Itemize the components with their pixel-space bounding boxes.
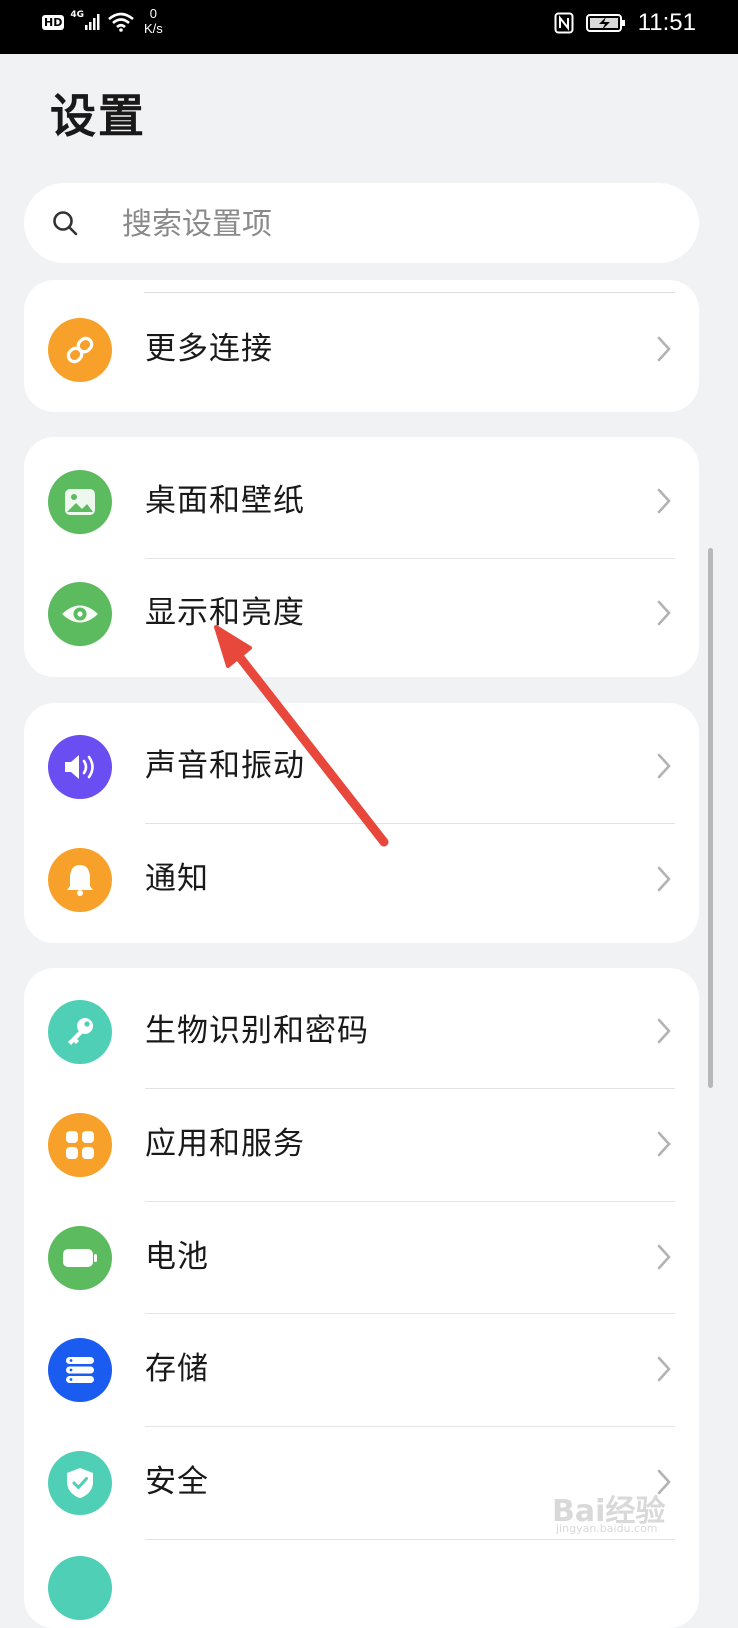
row-storage[interactable]: 存储: [24, 1314, 699, 1426]
nfc-icon: [554, 12, 574, 34]
chevron-right-icon: [657, 1356, 671, 1382]
battery-icon: [48, 1226, 112, 1290]
status-left: HD 4G: [42, 10, 134, 32]
row-label: 通知: [145, 861, 209, 897]
settings-card-connections: 更多连接: [24, 280, 699, 412]
row-label: 生物识别和密码: [145, 1013, 369, 1049]
speaker-icon: [48, 735, 112, 799]
row-label: 安全: [145, 1464, 209, 1500]
row-label: 应用和服务: [145, 1126, 305, 1162]
scrollbar[interactable]: [708, 548, 713, 1088]
row-sound-vibration[interactable]: 声音和振动: [24, 711, 699, 823]
chevron-right-icon: [657, 488, 671, 514]
baidu-watermark: Bai经验 jingyan.baidu.com: [552, 1486, 665, 1535]
watermark-url: jingyan.baidu.com: [556, 1522, 658, 1535]
chevron-right-icon: [657, 1244, 671, 1270]
status-right: 11:51: [554, 9, 696, 37]
search-icon: [53, 211, 78, 236]
apps-grid-icon: [48, 1113, 112, 1177]
row-label: 桌面和壁纸: [145, 483, 305, 519]
chevron-right-icon: [657, 753, 671, 779]
search-bar[interactable]: [24, 183, 699, 263]
clock: 11:51: [637, 9, 696, 36]
page-title: 设置: [50, 89, 146, 143]
row-label: 显示和亮度: [145, 595, 305, 631]
wallpaper-image-icon: [48, 470, 112, 534]
chevron-right-icon: [657, 336, 671, 362]
bell-icon: [48, 848, 112, 912]
settings-card-display: 桌面和壁纸 显示和亮度: [24, 437, 699, 677]
key-icon: [48, 1000, 112, 1064]
battery-charging-icon: [585, 14, 625, 32]
row-more-connections[interactable]: 更多连接: [24, 294, 699, 406]
row-label: 声音和振动: [145, 748, 305, 784]
speed-value: 0: [149, 6, 158, 21]
row-notifications[interactable]: 通知: [24, 824, 699, 936]
link-icon: [48, 318, 112, 382]
row-label: 电池: [145, 1239, 209, 1275]
row-label: 更多连接: [145, 331, 273, 367]
row-battery[interactable]: 电池: [24, 1202, 699, 1314]
row-biometrics-password[interactable]: 生物识别和密码: [24, 976, 699, 1088]
storage-icon: [48, 1338, 112, 1402]
chevron-right-icon: [657, 866, 671, 892]
network-speed: 0 K/s: [144, 6, 163, 36]
speed-unit: K/s: [144, 21, 163, 36]
signal-icon: [85, 14, 100, 30]
shield-check-icon: [48, 1451, 112, 1515]
divider: [145, 1539, 675, 1540]
search-input[interactable]: [120, 199, 664, 249]
chevron-right-icon: [657, 1131, 671, 1157]
row-display-brightness[interactable]: 显示和亮度: [24, 558, 699, 670]
row-apps-services[interactable]: 应用和服务: [24, 1089, 699, 1201]
chevron-right-icon: [657, 600, 671, 626]
hd-badge: HD: [42, 14, 65, 30]
row-desktop-wallpaper[interactable]: 桌面和壁纸: [24, 446, 699, 558]
network-type: 4G: [70, 10, 84, 20]
next-row-icon: [48, 1556, 112, 1620]
settings-card-sound: 声音和振动 通知: [24, 703, 699, 943]
row-label: 存储: [145, 1351, 209, 1387]
divider: [144, 292, 675, 293]
eye-icon: [48, 582, 112, 646]
status-bar: HD 4G 0 K/s 11:51: [0, 0, 738, 54]
wifi-icon: [108, 12, 134, 32]
chevron-right-icon: [657, 1018, 671, 1044]
